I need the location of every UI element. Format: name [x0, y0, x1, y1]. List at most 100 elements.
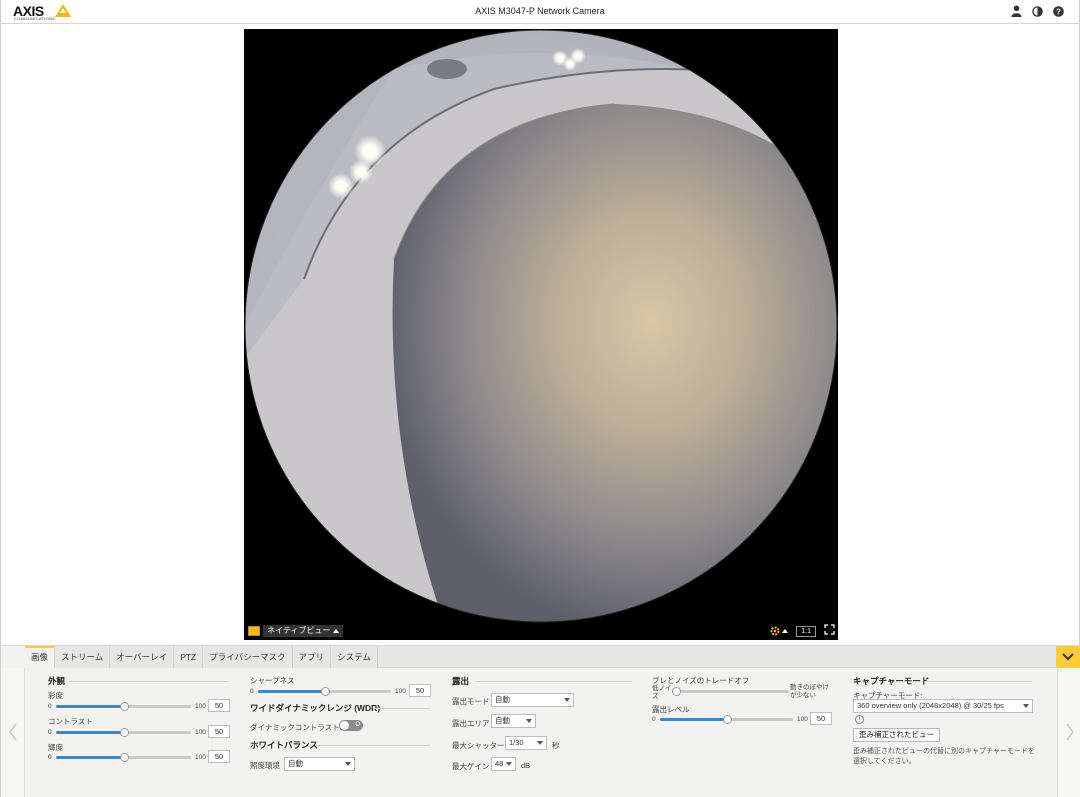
- exposure-mode-value: 自動: [495, 695, 510, 704]
- chevron-down-icon: [345, 762, 351, 766]
- native-view-label: ネイティブビュー: [267, 626, 331, 635]
- slider-knob[interactable]: [119, 753, 129, 762]
- brightness-slider[interactable]: [56, 753, 191, 762]
- exposure-area-label: 露出エリア: [452, 719, 490, 728]
- toggle-knob: [340, 721, 349, 730]
- contrast-icon[interactable]: [1031, 4, 1044, 18]
- chevron-right-icon[interactable]: [1065, 723, 1075, 741]
- chevron-down-icon: [564, 698, 570, 702]
- contrast-slider[interactable]: [56, 728, 191, 737]
- slider-knob[interactable]: [672, 687, 682, 696]
- exposure-level-max: 100: [797, 716, 808, 723]
- sharpness-value-input[interactable]: 50: [409, 684, 431, 697]
- tab-stream[interactable]: ストリーム: [55, 646, 111, 668]
- chevron-down-icon: [1023, 704, 1029, 708]
- scale-1-1-button[interactable]: 1:1: [796, 625, 816, 637]
- saturation-max: 100: [195, 703, 206, 710]
- saturation-min: 0: [48, 703, 52, 710]
- exposure-title: 露出: [452, 676, 470, 686]
- caret-up-icon: [782, 629, 789, 633]
- toggle-state-text: O: [355, 722, 360, 728]
- brightness-value-input[interactable]: 50: [208, 750, 230, 763]
- slider-fill: [660, 718, 727, 721]
- video-viewport[interactable]: ネイティブビュー 1:1: [244, 29, 838, 640]
- page-title: AXIS M3047-P Network Camera: [475, 6, 605, 16]
- help-icon[interactable]: ?: [1052, 4, 1065, 18]
- capture-mode-select[interactable]: 360 overview only (2048x2048) @ 30/25 fp…: [853, 699, 1033, 713]
- sharpness-label: シャープネス: [250, 676, 295, 685]
- native-view-selector[interactable]: ネイティブビュー: [263, 625, 344, 637]
- blur-noise-tradeoff-slider[interactable]: [672, 687, 789, 696]
- chevron-left-icon[interactable]: [8, 723, 18, 741]
- exposure-mode-select[interactable]: 自動: [491, 693, 574, 707]
- saturation-value-input[interactable]: 50: [208, 699, 230, 712]
- low-noise-label: 低ノイズ: [652, 685, 672, 700]
- max-shutter-select[interactable]: 1/30: [505, 736, 547, 750]
- slider-fill: [56, 731, 124, 734]
- lighting-env-select[interactable]: 自動: [284, 757, 355, 771]
- slider-knob[interactable]: [320, 687, 330, 696]
- exposure-area-select[interactable]: 自動: [491, 714, 536, 728]
- snapshot-folder-icon[interactable]: [248, 626, 260, 636]
- exposure-level-value-input[interactable]: 50: [810, 712, 832, 725]
- slider-knob[interactable]: [722, 715, 732, 724]
- sharpness-max: 100: [395, 688, 406, 695]
- max-gain-value: 48: [495, 759, 504, 768]
- tab-bar: 画像 ストリーム オーバーレイ PTZ プライバシーマスク アプリ システム: [25, 646, 378, 668]
- collapse-panel-button[interactable]: [1056, 646, 1080, 668]
- tab-image[interactable]: 画像: [25, 646, 56, 668]
- dynamic-contrast-toggle[interactable]: O: [339, 720, 363, 731]
- dewarped-view-button[interactable]: 歪み補正されたビュー: [853, 728, 940, 742]
- divider: [69, 681, 229, 682]
- settings-panel: 画像 ストリーム オーバーレイ PTZ プライバシーマスク アプリ システム 外…: [1, 645, 1080, 797]
- chevron-down-icon: [526, 719, 532, 723]
- brightness-min: 0: [48, 754, 52, 761]
- appearance-title: 外観: [48, 676, 66, 686]
- lighting-env-value: 自動: [288, 759, 303, 768]
- fullscreen-icon: [824, 624, 835, 635]
- sharpness-slider[interactable]: [258, 687, 391, 696]
- divider: [315, 745, 430, 746]
- brightness-max: 100: [195, 754, 206, 761]
- capture-mode-help-text: 歪み補正されたビューの代替に別のキャプチャーモードを選択してください。: [853, 748, 1035, 765]
- max-gain-label: 最大ゲイン: [452, 762, 490, 771]
- header-actions: ?: [1010, 4, 1065, 18]
- slider-fill: [56, 705, 124, 708]
- user-icon[interactable]: [1010, 4, 1023, 18]
- lighting-env-label: 照度環境: [250, 761, 280, 770]
- exposure-level-min: 0: [652, 716, 656, 723]
- scroll-left-area: [1, 668, 25, 797]
- tab-system[interactable]: システム: [331, 646, 378, 668]
- saturation-slider[interactable]: [56, 702, 191, 711]
- video-right-controls: 1:1: [770, 622, 835, 640]
- capture-mode-value: 360 overview only (2048x2048) @ 30/25 fp…: [857, 701, 1004, 710]
- low-blur-label: 動きのぼやけが少ない: [790, 684, 829, 699]
- saturation-label: 彩度: [48, 691, 63, 700]
- scroll-right-area: [1057, 668, 1080, 797]
- info-icon[interactable]: i: [855, 715, 864, 724]
- max-gain-select[interactable]: 48: [491, 757, 516, 771]
- slider-knob[interactable]: [119, 702, 129, 711]
- max-shutter-unit: 秒: [552, 741, 560, 750]
- contrast-value-input[interactable]: 50: [208, 725, 230, 738]
- chevron-down-icon: [537, 741, 543, 745]
- chevron-down-icon: [506, 762, 512, 766]
- tab-ptz[interactable]: PTZ: [174, 646, 204, 668]
- exposure-mode-label: 露出モード: [452, 697, 490, 706]
- slider-knob[interactable]: [119, 728, 129, 737]
- divider: [475, 681, 632, 682]
- max-shutter-label: 最大シャッター: [452, 741, 505, 750]
- settings-menu[interactable]: [770, 626, 789, 636]
- dynamic-contrast-label: ダイナミックコントラスト: [250, 723, 340, 732]
- fullscreen-button[interactable]: [824, 622, 835, 640]
- tab-apps[interactable]: アプリ: [292, 646, 332, 668]
- exposure-area-value: 自動: [495, 716, 510, 725]
- brightness-label: 輝度: [48, 743, 63, 752]
- exposure-level-slider[interactable]: [660, 715, 793, 724]
- contrast-min: 0: [48, 729, 52, 736]
- fisheye-camera-image: [244, 29, 838, 640]
- tab-overlay[interactable]: オーバーレイ: [110, 646, 175, 668]
- contrast-label: コントラスト: [48, 717, 93, 726]
- tab-privacy-mask[interactable]: プライバシーマスク: [203, 646, 293, 668]
- slider-fill: [258, 690, 325, 693]
